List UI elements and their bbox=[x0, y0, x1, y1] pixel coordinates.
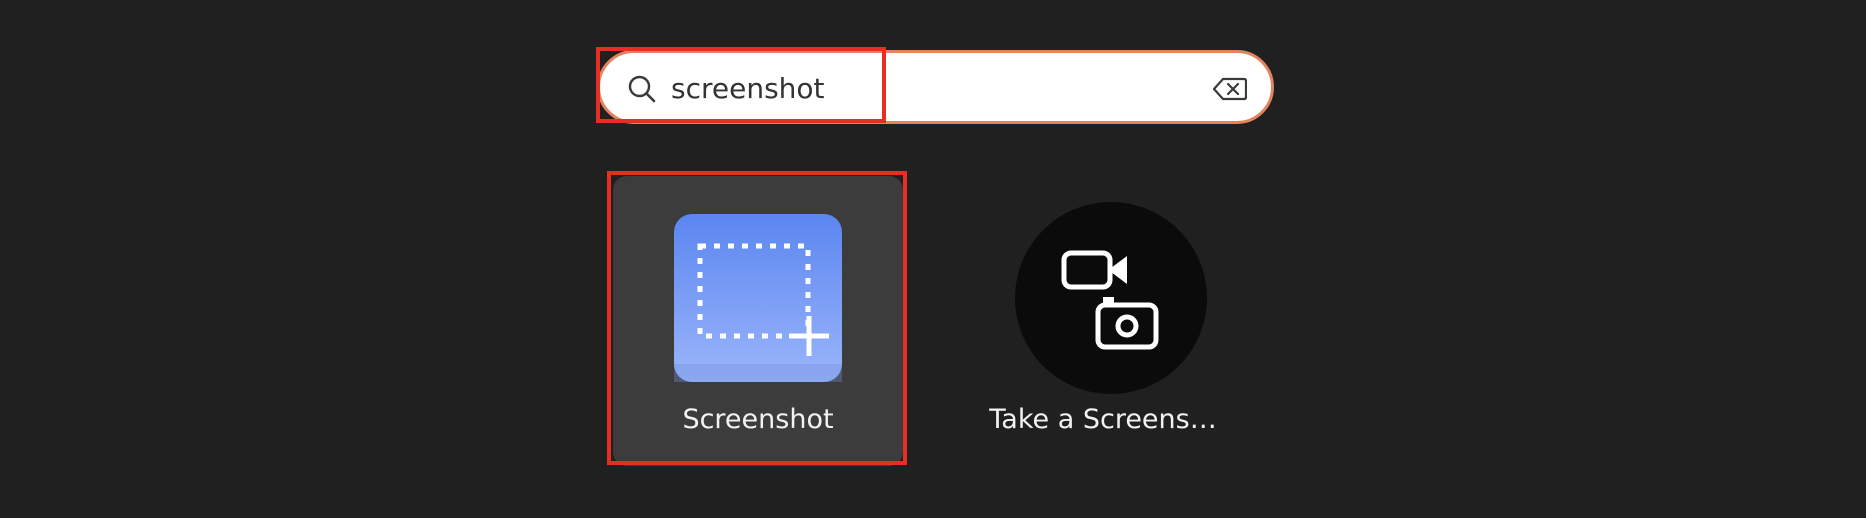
clear-search-icon[interactable] bbox=[1213, 77, 1247, 101]
search-input[interactable] bbox=[671, 63, 1091, 113]
app-result-screenshot[interactable]: Screenshot bbox=[613, 176, 903, 466]
app-grid-overlay: Screenshot Take a Screens… bbox=[0, 0, 1866, 518]
app-result-take-screenshot[interactable]: Take a Screens… bbox=[958, 176, 1248, 466]
camera-video-icon bbox=[1015, 202, 1207, 394]
screenshot-app-icon bbox=[674, 214, 842, 382]
search-bar[interactable] bbox=[597, 50, 1274, 124]
app-label-screenshot: Screenshot bbox=[682, 404, 834, 435]
search-icon bbox=[628, 75, 656, 103]
app-label-take-screenshot: Take a Screens… bbox=[989, 404, 1217, 435]
